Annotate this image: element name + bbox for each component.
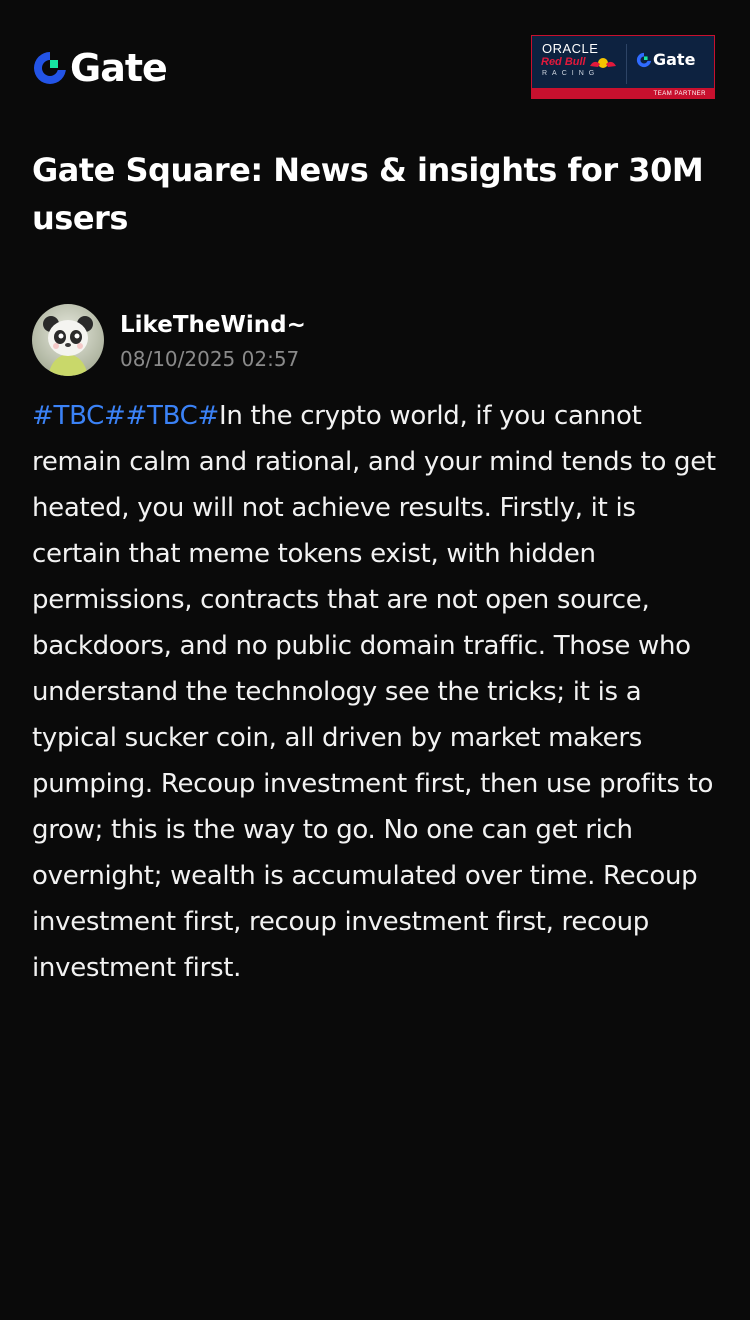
racing-text: RACING (542, 70, 600, 77)
badge-divider (626, 44, 627, 84)
gate-logo-icon (636, 52, 652, 67)
hashtag-link[interactable]: #TBC# (126, 401, 220, 431)
header: Gate ORACLE Red Bull RACING Gate TEAM PA… (32, 34, 718, 104)
author-name[interactable]: LikeTheWind~ (120, 310, 306, 340)
red-bull-icon (590, 58, 616, 68)
badge-gate-logo: Gate (636, 50, 695, 69)
gate-logo-icon (34, 52, 66, 84)
post-body: #TBC##TBC#In the crypto world, if you ca… (32, 393, 722, 991)
oracle-text: ORACLE (542, 41, 599, 56)
gate-logo-text: Gate (70, 46, 168, 90)
team-partner-badge: ORACLE Red Bull RACING Gate TEAM PARTNER (531, 35, 715, 99)
hashtag-link[interactable]: #TBC# (32, 401, 126, 431)
page: Gate ORACLE Red Bull RACING Gate TEAM PA… (0, 0, 750, 1320)
post-author: LikeTheWind~ 08/10/2025 02:57 (32, 304, 718, 376)
page-title: Gate Square: News & insights for 30M use… (32, 151, 704, 237)
post-timestamp: 08/10/2025 02:57 (120, 347, 300, 371)
panda-avatar-icon (32, 304, 104, 376)
badge-strip: TEAM PARTNER (532, 88, 714, 98)
team-partner-text: TEAM PARTNER (653, 91, 706, 97)
red-bull-text: Red Bull (541, 56, 586, 68)
post-text: In the crypto world, if you cannot remai… (32, 401, 716, 983)
gate-logo[interactable]: Gate (32, 46, 168, 90)
badge-gate-text: Gate (653, 50, 696, 69)
avatar[interactable] (32, 304, 104, 376)
